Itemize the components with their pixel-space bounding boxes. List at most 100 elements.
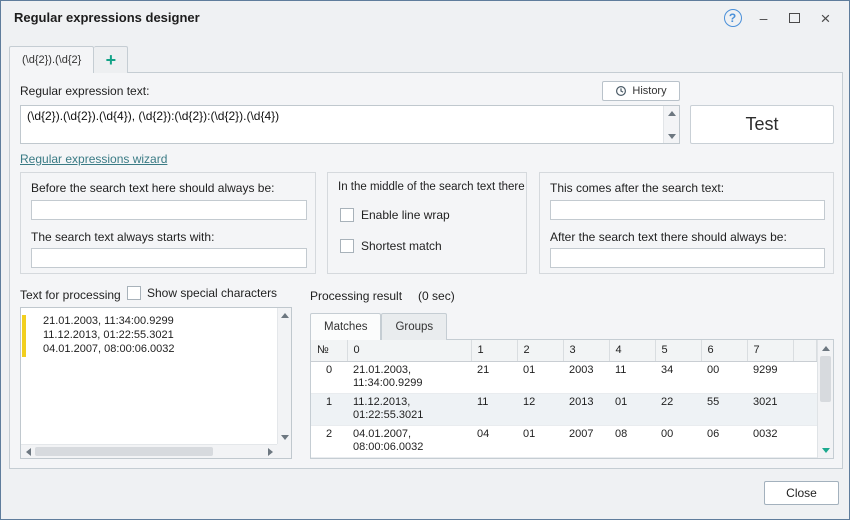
filler-cell	[793, 425, 817, 457]
processing-result-label: Processing result	[310, 289, 402, 303]
column-header[interactable]: 0	[347, 340, 471, 361]
help-icon: ?	[724, 9, 742, 27]
column-header[interactable]: 6	[701, 340, 747, 361]
table-row[interactable]: 2 04.01.2007, 08:00:06.0032 04 01 2007 0…	[311, 425, 817, 457]
table-row[interactable]: 1 11.12.2013, 01:22:55.3021 11 12 2013 0…	[311, 393, 817, 425]
show-special-characters-row: Show special characters	[127, 286, 277, 300]
shortest-match-checkbox[interactable]	[340, 239, 354, 253]
filler-cell	[793, 393, 817, 425]
group-cell: 55	[701, 393, 747, 425]
add-tab-button[interactable]: +	[94, 46, 128, 73]
help-button[interactable]: ?	[717, 7, 748, 29]
tab-groups[interactable]: Groups	[381, 313, 447, 340]
vertical-scroll-thumb[interactable]	[820, 356, 831, 402]
enable-line-wrap-row: Enable line wrap	[340, 208, 450, 222]
always-after-input[interactable]	[550, 248, 825, 268]
regex-designer-window: Regular expressions designer ? – × (\d{2…	[0, 0, 850, 520]
regex-input[interactable]: (\d{2}).(\d{2}).(\d{4}), (\d{2}):(\d{2})…	[21, 106, 663, 143]
tab-regex-pattern[interactable]: (\d{2}).(\d{2}	[9, 46, 94, 73]
group-cell: 08	[609, 425, 655, 457]
main-panel: Regular expression text: History (\d{2})…	[9, 72, 843, 469]
always-before-label: Before the search text here should alway…	[31, 181, 274, 195]
show-special-characters-label[interactable]: Show special characters	[147, 286, 277, 300]
document-tabs: (\d{2}).(\d{2} +	[9, 46, 128, 73]
column-header[interactable]: 4	[609, 340, 655, 361]
group-cell: 01	[609, 393, 655, 425]
maximize-button[interactable]	[779, 7, 810, 29]
source-line: 11.12.2013, 01:22:55.3021	[43, 329, 174, 341]
column-header[interactable]: 3	[563, 340, 609, 361]
table-vertical-scrollbar[interactable]	[817, 340, 833, 458]
match-cell: 04.01.2007, 08:00:06.0032	[347, 425, 471, 457]
text-for-processing-label: Text for processing	[20, 288, 121, 302]
scroll-down-button[interactable]	[819, 444, 832, 456]
enable-line-wrap-checkbox[interactable]	[340, 208, 354, 222]
scroll-up-button[interactable]	[819, 342, 832, 354]
regex-input-box: (\d{2}).(\d{2}).(\d{4}), (\d{2}):(\d{2})…	[20, 105, 680, 144]
group-cell: 2007	[563, 425, 609, 457]
history-button[interactable]: History	[602, 81, 680, 101]
match-cell: 11.12.2013, 01:22:55.3021	[347, 393, 471, 425]
starts-with-input[interactable]	[31, 248, 307, 268]
processing-time: (0 sec)	[418, 289, 455, 303]
scroll-down-button[interactable]	[278, 431, 291, 443]
group-cell: 01	[517, 361, 563, 393]
always-before-input[interactable]	[31, 200, 307, 220]
window-controls: ? – ×	[717, 1, 841, 35]
group-cell: 22	[655, 393, 701, 425]
regex-wizard-link[interactable]: Regular expressions wizard	[20, 152, 167, 166]
comes-after-label: This comes after the search text:	[550, 181, 724, 195]
table-row[interactable]: 0 21.01.2003, 11:34:00.9299 21 01 2003 1…	[311, 361, 817, 393]
group-cell: 00	[655, 425, 701, 457]
column-header[interactable]: 7	[747, 340, 793, 361]
source-line: 04.01.2007, 08:00:06.0032	[43, 343, 175, 355]
after-search-panel: This comes after the search text: After …	[539, 172, 834, 274]
match-cell: 21.01.2003, 11:34:00.9299	[347, 361, 471, 393]
arrow-down-icon	[281, 435, 289, 440]
shortest-match-label[interactable]: Shortest match	[361, 239, 442, 253]
arrow-right-icon	[268, 448, 273, 456]
minimize-icon: –	[760, 10, 768, 26]
result-tabs: Matches Groups	[310, 313, 447, 340]
minimize-button[interactable]: –	[748, 7, 779, 29]
group-cell: 34	[655, 361, 701, 393]
before-search-panel: Before the search text here should alway…	[20, 172, 316, 274]
close-dialog-button[interactable]: Close	[764, 481, 839, 505]
shortest-match-row: Shortest match	[340, 239, 442, 253]
scroll-left-button[interactable]	[22, 445, 34, 458]
source-horizontal-scrollbar[interactable]	[21, 444, 277, 458]
column-header-filler	[793, 340, 817, 361]
arrow-up-icon	[822, 346, 830, 351]
scroll-right-button[interactable]	[264, 445, 276, 458]
arrow-down-icon	[668, 134, 676, 139]
column-header[interactable]: 1	[471, 340, 517, 361]
modified-lines-marker	[22, 315, 26, 357]
scroll-up-button[interactable]	[278, 309, 291, 321]
test-button[interactable]: Test	[690, 105, 834, 144]
column-header[interactable]: 2	[517, 340, 563, 361]
row-index: 0	[311, 361, 347, 393]
group-cell: 06	[701, 425, 747, 457]
results-table-viewport: № 0 1 2 3 4 5 6 7	[311, 340, 817, 458]
close-icon: ×	[821, 10, 831, 27]
close-button[interactable]: ×	[810, 7, 841, 29]
show-special-characters-checkbox[interactable]	[127, 286, 141, 300]
group-cell: 9299	[747, 361, 793, 393]
arrow-up-icon	[668, 111, 676, 116]
group-cell: 3021	[747, 393, 793, 425]
column-header[interactable]: №	[311, 340, 347, 361]
history-label: History	[632, 85, 666, 97]
source-vertical-scrollbar[interactable]	[277, 308, 291, 444]
horizontal-scroll-thumb[interactable]	[35, 447, 213, 456]
row-index: 1	[311, 393, 347, 425]
regex-scroll-up-button[interactable]	[664, 107, 680, 119]
enable-line-wrap-label[interactable]: Enable line wrap	[361, 208, 450, 222]
regex-scroll-down-button[interactable]	[664, 130, 680, 142]
arrow-left-icon	[26, 448, 31, 456]
group-cell: 11	[471, 393, 517, 425]
comes-after-input[interactable]	[550, 200, 825, 220]
tab-matches[interactable]: Matches	[310, 313, 381, 340]
column-header[interactable]: 5	[655, 340, 701, 361]
group-cell: 00	[701, 361, 747, 393]
source-text-area[interactable]: 21.01.2003, 11:34:00.9299 11.12.2013, 01…	[20, 307, 292, 459]
